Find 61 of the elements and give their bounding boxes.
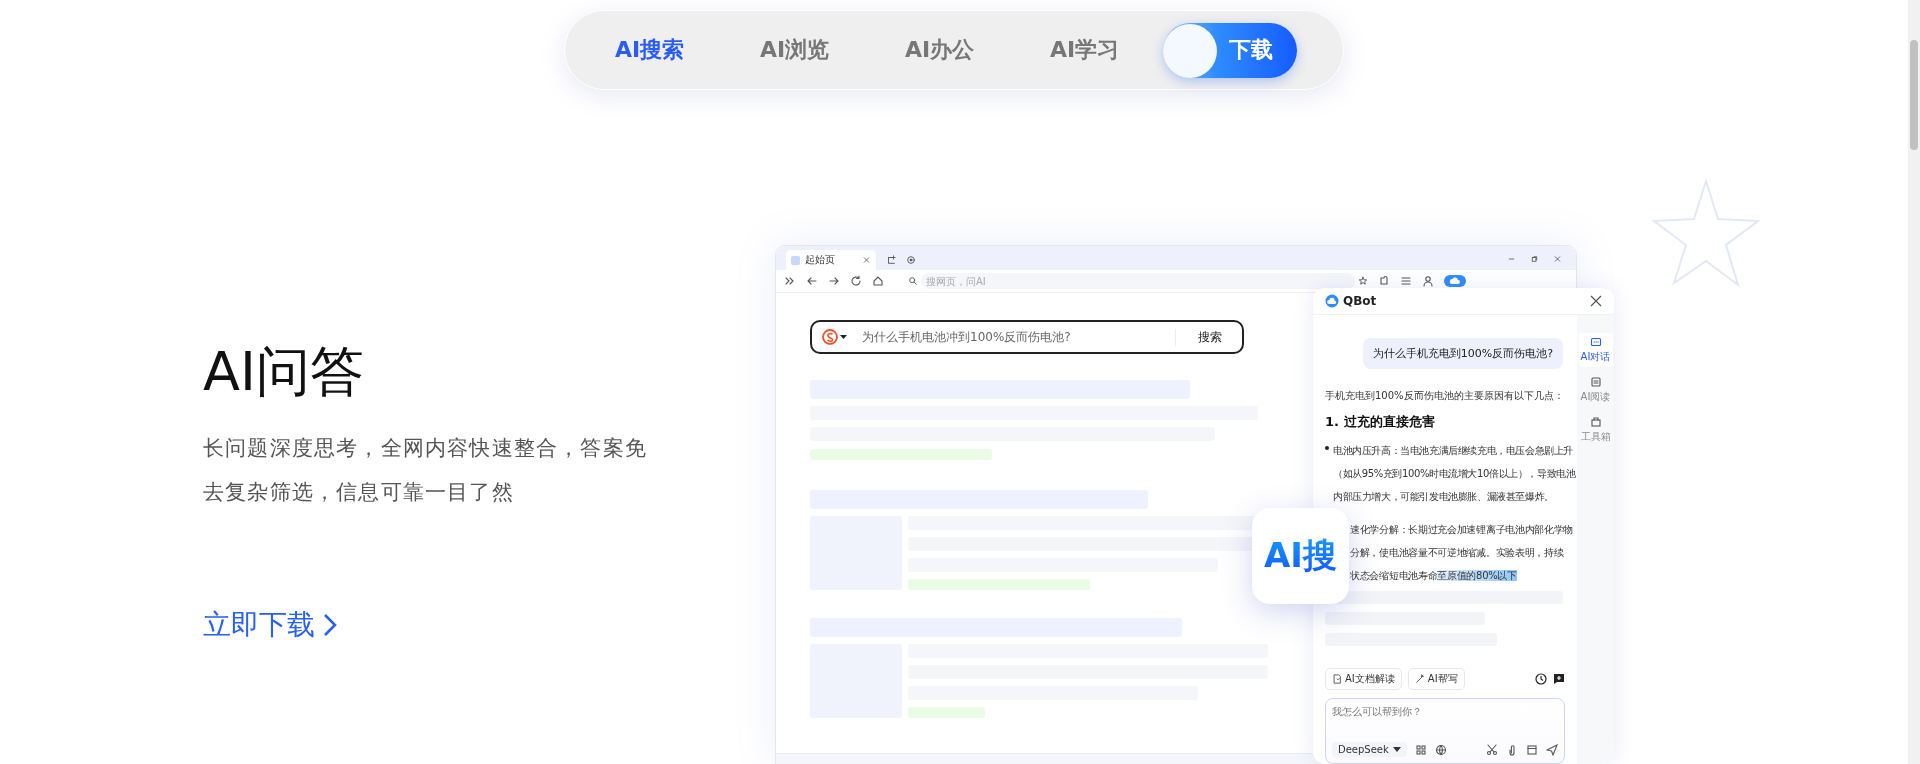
- search-engine-logo-icon[interactable]: [822, 329, 848, 345]
- scrollbar-thumb[interactable]: [1910, 40, 1918, 150]
- sidebar-item[interactable]: 工具箱: [1578, 413, 1613, 447]
- search-button[interactable]: 搜索: [1175, 328, 1232, 346]
- new-tab-icon[interactable]: [886, 254, 896, 266]
- answer-text: 电池内压升高：当电池充满后继续充电，电压会急剧上升（如从95%充到100%时电流增大10倍以上），导致电池内部压力增大，可能引发电池膨胀、漏液甚至爆炸。: [1333, 444, 1577, 504]
- feature-description: 长问题深度思考，全网内容快速整合，答案免去复杂筛选，信息可靠一目了然: [203, 435, 648, 506]
- window-icon[interactable]: [1526, 743, 1538, 756]
- magic-wand-icon: [1414, 673, 1425, 685]
- nav-tab[interactable]: AI搜索: [577, 27, 722, 73]
- bullet-icon: [1325, 446, 1329, 450]
- ai-search-badge: AI搜: [1252, 508, 1349, 604]
- cloud-logo-icon: [1325, 294, 1339, 308]
- back-icon[interactable]: [806, 275, 818, 287]
- new-chat-icon[interactable]: [1553, 673, 1565, 685]
- scissors-icon[interactable]: [1486, 743, 1498, 756]
- download-button[interactable]: 下载: [1163, 22, 1297, 78]
- tool-button[interactable]: AI文档解读: [1325, 668, 1402, 690]
- user-icon[interactable]: [1422, 275, 1434, 287]
- chevron-right-icon: [323, 613, 337, 637]
- highlighted-text: 至原值的80%以下: [1437, 570, 1517, 581]
- page-icon: [791, 255, 800, 265]
- panel-title: QBot: [1343, 294, 1378, 308]
- chat-input-field[interactable]: 我怎么可以帮到你？: [1332, 705, 1558, 742]
- history-icon[interactable]: [1535, 673, 1547, 685]
- forward-icon[interactable]: [828, 275, 840, 287]
- paperclip-icon[interactable]: [1506, 743, 1518, 756]
- answer-text: 状态会缩短电池寿命: [1350, 570, 1438, 581]
- send-icon[interactable]: [1546, 743, 1558, 756]
- search-field[interactable]: 为什么手机电池冲到100%反而伤电池? 搜索: [810, 320, 1244, 354]
- nav-tab[interactable]: AI办公: [867, 27, 1012, 73]
- chat-icon: [1589, 336, 1602, 348]
- cloud-button[interactable]: [1444, 275, 1466, 287]
- document-icon: [1589, 376, 1602, 388]
- chat-input-box[interactable]: 我怎么可以帮到你？ DeepSeek: [1325, 698, 1565, 764]
- nav-tab[interactable]: AI浏览: [722, 27, 867, 73]
- restore-icon[interactable]: [1530, 253, 1539, 265]
- star-icon[interactable]: [1358, 275, 1368, 287]
- download-link[interactable]: 立即下载: [203, 606, 337, 644]
- sidebar-item[interactable]: AI对话: [1578, 333, 1613, 367]
- model-dropdown[interactable]: DeepSeek: [1332, 742, 1407, 757]
- answer-text: 手机充电到100%反而伤电池的主要原因有以下几点：: [1325, 389, 1565, 403]
- close-icon[interactable]: [1590, 295, 1602, 307]
- answer-text: 分解，使电池容量不可逆地缩减。实验表明，持续: [1350, 547, 1564, 558]
- address-field[interactable]: 搜网页，问AI: [921, 273, 1355, 289]
- browser-tab[interactable]: 起始页: [786, 250, 876, 270]
- tool-button[interactable]: AI帮写: [1407, 668, 1465, 690]
- document-icon: [1332, 673, 1342, 685]
- grid-icon[interactable]: [1414, 743, 1427, 756]
- reload-icon[interactable]: [850, 275, 862, 287]
- answer-text: 速化学分解：长期过充会加速锂离子电池内部化学物: [1350, 524, 1574, 535]
- question-bubble: 为什么手机充电到100%反而伤电池?: [1362, 338, 1563, 369]
- home-icon[interactable]: [872, 275, 884, 287]
- search-icon: [908, 275, 918, 287]
- sidebar-item[interactable]: AI阅读: [1578, 373, 1613, 407]
- globe-icon[interactable]: [1434, 743, 1447, 756]
- toolbox-icon: [1589, 416, 1602, 428]
- answer-heading: 1. 过充的直接危害: [1325, 413, 1436, 431]
- double-chevron-icon[interactable]: [784, 275, 796, 287]
- nav-tab[interactable]: AI学习: [1012, 27, 1157, 73]
- feature-title: AI问答: [203, 340, 365, 404]
